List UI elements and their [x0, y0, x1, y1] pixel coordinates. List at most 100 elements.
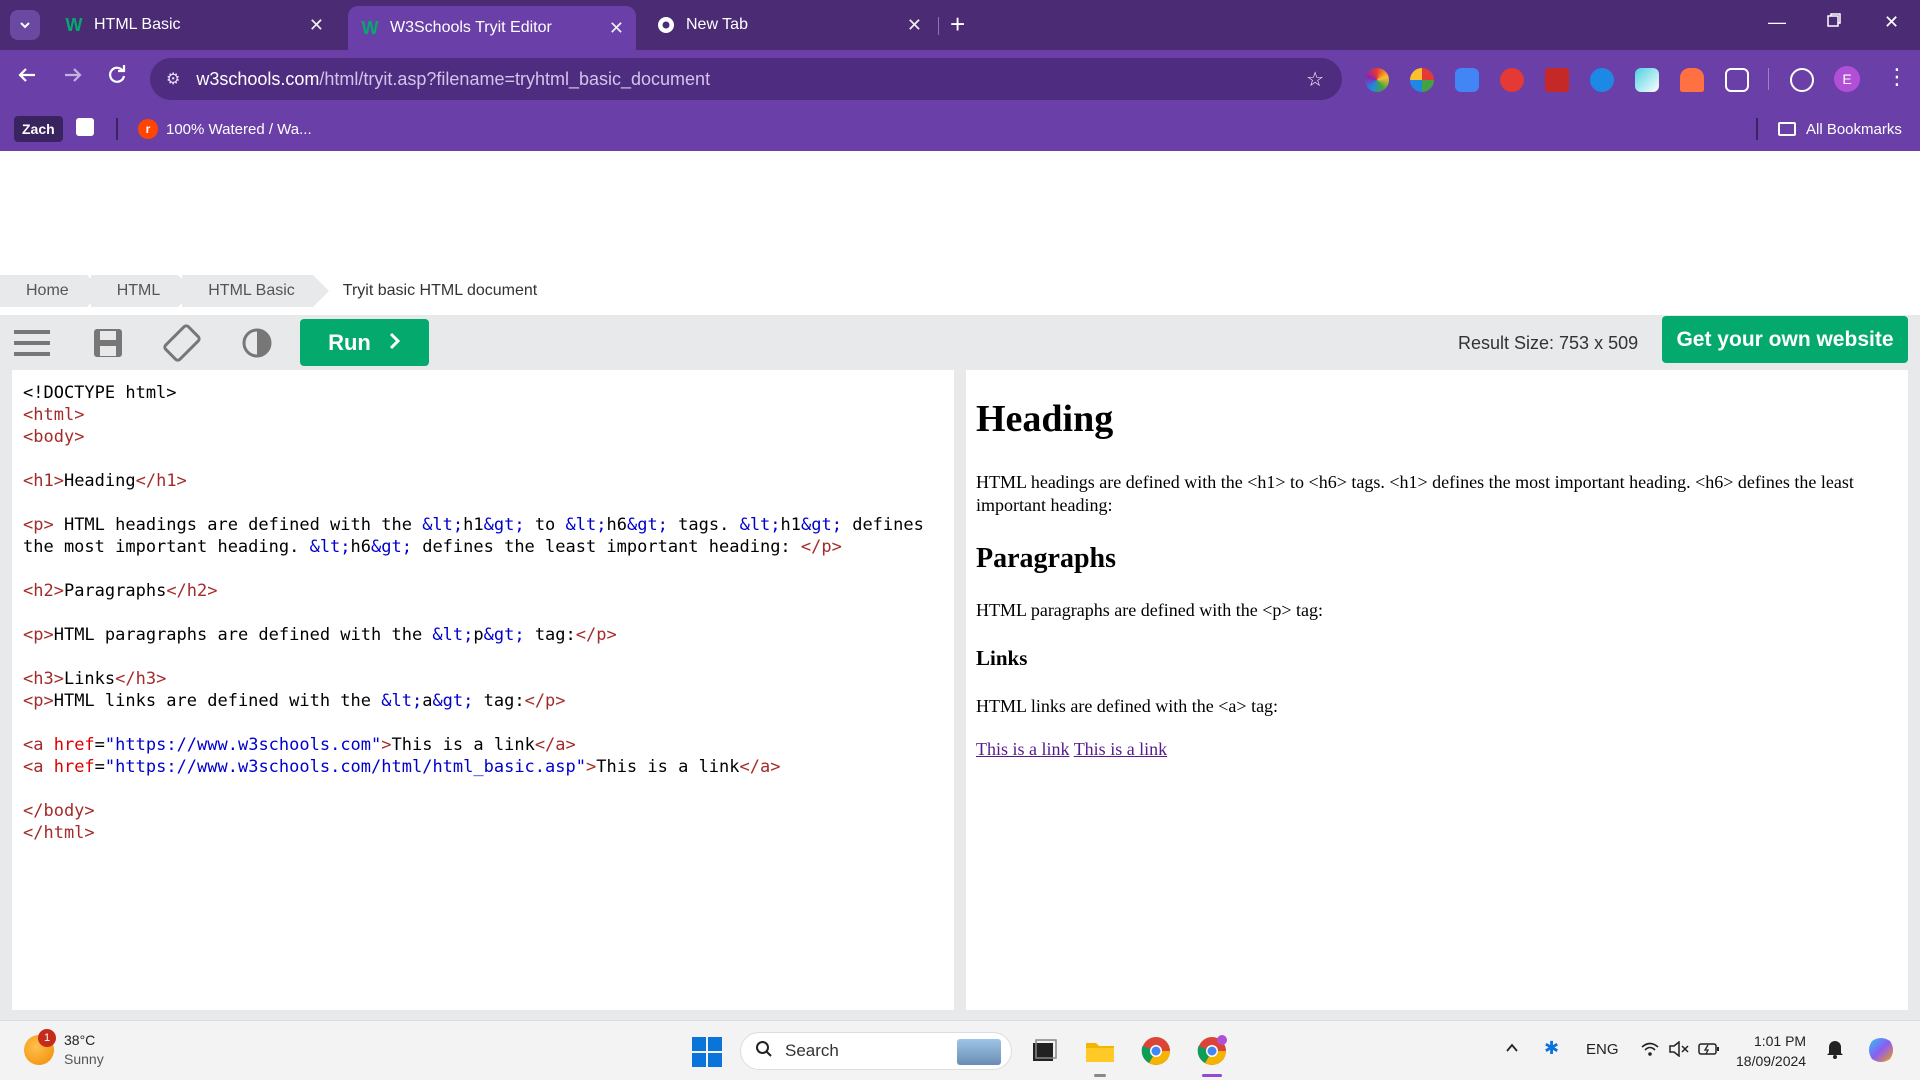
tryit-toolbar: Run Result Size: 753 x 509 Get your own … [0, 315, 1920, 370]
tab-title: HTML Basic [94, 16, 181, 33]
menu-kebab-icon[interactable]: ⋮ [1886, 64, 1908, 90]
reload-button[interactable] [106, 64, 128, 93]
code-token: &gt; [483, 515, 525, 535]
taskbar-search[interactable]: Search [740, 1032, 1012, 1070]
translate-extension-icon[interactable] [1455, 68, 1479, 92]
windows-start-icon[interactable] [692, 1037, 722, 1067]
code-token: tag: [524, 625, 576, 645]
notifications-bell-icon[interactable] [1826, 1039, 1844, 1063]
result-size-label: Result Size: 753 x 509 [1458, 333, 1639, 353]
result-link-2[interactable]: This is a link [1074, 739, 1168, 759]
code-line: <!DOCTYPE html> [23, 382, 943, 404]
battery-icon[interactable] [1698, 1041, 1720, 1061]
file-explorer-icon[interactable] [1084, 1035, 1116, 1067]
volume-muted-icon[interactable] [1668, 1040, 1690, 1061]
close-icon[interactable]: ✕ [309, 15, 324, 36]
code-token: &lt; [565, 515, 607, 535]
code-token: h1 [463, 515, 484, 535]
code-token: </a> [534, 735, 576, 755]
code-token: p [473, 625, 484, 645]
color-picker-extension-icon[interactable] [1365, 68, 1389, 92]
chrome-taskbar-icon[interactable] [1140, 1035, 1172, 1067]
code-editor[interactable]: <!DOCTYPE html> <html> <body> <h1>Heading</… [12, 370, 954, 1010]
save-icon[interactable] [86, 321, 130, 365]
bookmark-item[interactable]: r 100% Watered / Wa... [138, 115, 312, 143]
rocket-extension-icon[interactable] [1680, 68, 1704, 92]
rotate-orientation-icon[interactable] [160, 321, 204, 365]
code-token: < [23, 405, 34, 425]
code-token: &gt; [371, 537, 412, 557]
reload-icon [109, 65, 126, 83]
result-link-1[interactable]: This is a link [976, 739, 1070, 759]
new-tab-button[interactable]: + [950, 11, 965, 37]
bookmark-blank-icon[interactable] [76, 118, 94, 136]
navigation-bar: ⚙ w3schools.com/html/tryit.asp?filename=… [0, 50, 1920, 108]
chrome-profile-e-taskbar-icon[interactable] [1196, 1035, 1228, 1067]
bluetooth-icon[interactable]: ✱ [1544, 1038, 1559, 1059]
minimize-button[interactable]: — [1768, 12, 1786, 33]
result-heading-h1: Heading [976, 398, 1114, 440]
profile-avatar[interactable]: E [1834, 66, 1860, 92]
performance-icon[interactable] [1790, 68, 1814, 92]
code-token: This is a link [391, 735, 535, 755]
wifi-icon[interactable] [1640, 1041, 1660, 1061]
code-line: <p> HTML headings are defined with the &… [23, 514, 943, 536]
url-path: /html/tryit.asp?filename=tryhtml_basic_d… [319, 68, 711, 89]
code-token: to [524, 515, 566, 535]
forward-button[interactable] [62, 64, 84, 93]
code-token: Paragraphs [63, 581, 167, 601]
get-your-own-website-button[interactable]: Get your own website [1662, 316, 1908, 363]
tab-search-button[interactable] [10, 10, 40, 40]
tab-html-basic[interactable]: W HTML Basic ✕ [52, 8, 336, 42]
address-bar[interactable]: ⚙ w3schools.com/html/tryit.asp?filename=… [150, 58, 1342, 100]
arrow-right-icon [65, 68, 82, 82]
language-indicator[interactable]: ENG [1586, 1041, 1619, 1058]
w3schools-icon: W [361, 17, 379, 38]
close-window-button[interactable]: ✕ [1884, 12, 1899, 33]
bookmark-profile-label[interactable]: Zach [14, 116, 63, 142]
shazam-extension-icon[interactable] [1590, 68, 1614, 92]
bookmark-divider [116, 118, 118, 140]
code-token: &lt; [432, 625, 474, 645]
tray-overflow-chevron-icon[interactable] [1505, 1041, 1519, 1059]
weather-widget[interactable]: 1 38°C Sunny [24, 1029, 104, 1069]
close-icon[interactable]: ✕ [907, 15, 922, 36]
breadcrumb-html[interactable]: HTML [90, 275, 194, 307]
book-extension-icon[interactable] [1545, 68, 1569, 92]
menu-hamburger-icon[interactable] [10, 321, 54, 365]
folder-icon [1778, 122, 1796, 136]
all-bookmarks-button[interactable]: All Bookmarks [1778, 115, 1902, 143]
site-info-icon[interactable]: ⚙ [166, 69, 180, 89]
extensions-puzzle-icon[interactable] [1725, 68, 1749, 92]
close-icon[interactable]: ✕ [609, 18, 624, 39]
colorful-extension-icon[interactable] [1410, 68, 1434, 92]
breadcrumb-html-basic[interactable]: HTML Basic [182, 275, 329, 307]
result-heading-h2: Paragraphs [976, 543, 1116, 574]
code-line: <p>HTML paragraphs are defined with the … [23, 624, 943, 646]
code-line: <html> [23, 404, 943, 426]
notification-badge: 1 [38, 1029, 56, 1047]
tab-tryit-editor[interactable]: W W3Schools Tryit Editor ✕ [348, 6, 636, 50]
code-line: </body> [23, 800, 943, 822]
restore-icon [1827, 13, 1841, 27]
code-token: </p> [524, 691, 566, 711]
theme-contrast-icon[interactable] [235, 321, 279, 365]
back-button[interactable] [16, 64, 38, 93]
code-token: = [94, 735, 105, 755]
run-button[interactable]: Run [300, 319, 429, 366]
code-token: </p> [575, 625, 617, 645]
code-line: <h1>Heading</h1> [23, 470, 943, 492]
bookmark-star-icon[interactable]: ☆ [1306, 67, 1324, 92]
adblock-extension-icon[interactable] [1500, 68, 1524, 92]
tab-new-tab[interactable]: New Tab ✕ [644, 8, 934, 42]
restore-button[interactable] [1826, 12, 1842, 33]
clock[interactable]: 1:01 PM 18/09/2024 [1736, 1031, 1806, 1071]
result-frame[interactable]: Heading HTML headings are defined with t… [966, 370, 1908, 1010]
task-view-icon[interactable] [1027, 1035, 1059, 1067]
sun-icon: 1 [24, 1029, 56, 1065]
breadcrumb-home[interactable]: Home [0, 275, 103, 307]
highlighter-extension-icon[interactable] [1635, 68, 1659, 92]
copilot-icon[interactable] [1866, 1035, 1896, 1069]
